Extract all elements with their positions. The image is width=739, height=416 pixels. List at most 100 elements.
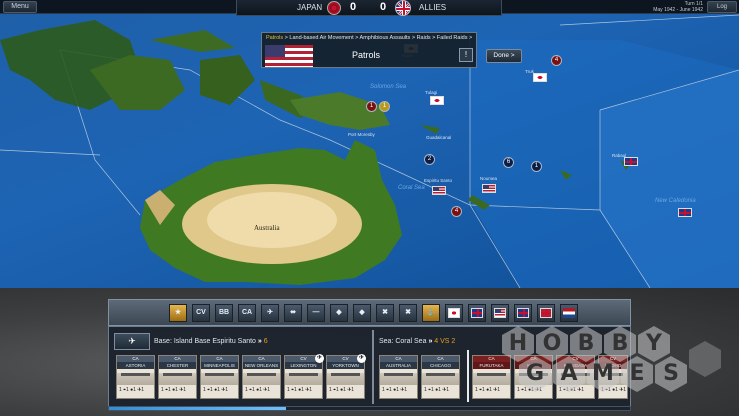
- air-mode-button[interactable]: ✈: [114, 333, 150, 350]
- location-label: Port Moresby: [348, 132, 375, 137]
- ship-stats: 1 ⌖1 ●1 ✈1: [245, 387, 271, 393]
- us-flag-icon: [494, 308, 506, 318]
- watermark-letter: G: [519, 356, 551, 392]
- sea-heading: Sea: Coral Sea » 4 VS 2: [379, 335, 455, 349]
- ship-stats: 1 ⌖1 ●1 ✈1: [161, 387, 187, 393]
- location-label: Guadalcanal: [426, 135, 452, 140]
- ship-stats: 1 ⌖1 ●1 ✈1: [382, 387, 408, 393]
- japan-flag-icon: [448, 308, 460, 318]
- phase-upcoming: > Land-based Air Movement > Amphibious A…: [283, 35, 473, 41]
- anchor-filter-button[interactable]: ⚓: [422, 304, 440, 322]
- uk-flag-icon: [678, 208, 692, 217]
- watermark-letter: B: [570, 326, 602, 362]
- ship-card[interactable]: CA NEW ORLEANS 1 ⌖1 ●1 ✈1: [242, 355, 281, 399]
- unit-marker[interactable]: 6: [503, 157, 514, 168]
- base-unit-count: 6: [263, 338, 268, 345]
- watermark-letter: H: [502, 326, 534, 362]
- info-button[interactable]: !: [459, 48, 473, 62]
- phase-panel: Patrols > Land-based Air Movement > Amph…: [261, 32, 477, 68]
- ship-name: CHESTER: [159, 362, 196, 369]
- ship-card[interactable]: CA CHESTER 1 ⌖1 ●1 ✈1: [158, 355, 197, 399]
- ship-card[interactable]: CA ASTORIA 1 ⌖1 ●1 ✈1: [116, 355, 155, 399]
- allies-emblem-icon: [395, 0, 411, 16]
- movement-filter-button[interactable]: ⬌: [284, 304, 302, 322]
- menu-button[interactable]: Menu: [3, 1, 37, 13]
- ship-card[interactable]: CA MINNEAPOLIS 1 ⌖1 ●1 ✈1: [200, 355, 239, 399]
- carrier-filter-button[interactable]: CV: [192, 304, 210, 322]
- side-separator: [467, 350, 469, 402]
- favorite-filter-button[interactable]: ★: [169, 304, 187, 322]
- unit-marker[interactable]: 1: [379, 101, 390, 112]
- side-a-label: JAPAN: [297, 3, 323, 12]
- red-ensign-flag-icon: [540, 308, 552, 318]
- unit-marker[interactable]: 1: [531, 161, 542, 172]
- us-flag-icon: [482, 184, 496, 193]
- sea-label: New Caledonia: [655, 198, 696, 204]
- netherlands-flag-icon: [563, 308, 575, 318]
- uk-filter-button[interactable]: [468, 304, 486, 322]
- combat-filter-button[interactable]: ✖: [376, 304, 394, 322]
- ship-silhouette-icon: [117, 373, 154, 385]
- watermark-letter: S: [655, 356, 687, 392]
- sea-name: Sea: Coral Sea: [379, 338, 427, 345]
- japan-filter-button[interactable]: [445, 304, 463, 322]
- side-b-label: ALLIES: [419, 3, 447, 12]
- ship-name: NEW ORLEANS: [243, 362, 280, 369]
- cruiser-filter-button[interactable]: CA: [238, 304, 256, 322]
- unit-marker[interactable]: 4: [451, 206, 462, 217]
- us-flag-icon: [265, 45, 313, 67]
- watermark-letter: A: [553, 356, 585, 392]
- ship-name: AUSTRALIA: [380, 362, 417, 369]
- ship-stats: 1 ⌖1 ●1 ✈1: [287, 387, 313, 393]
- ship-silhouette-icon: [285, 373, 322, 385]
- watermark-letter: M: [587, 356, 619, 392]
- australia-flag-icon: [517, 308, 529, 318]
- ship-name: LEXINGTON: [285, 362, 322, 369]
- watermark-letter: B: [604, 326, 636, 362]
- expand-chevron-icon[interactable]: »: [258, 338, 262, 345]
- ship-stats: 1 ⌖1 ●1 ✈1: [203, 387, 229, 393]
- phase-breadcrumb: Patrols > Land-based Air Movement > Amph…: [266, 35, 472, 41]
- battleship-filter-button[interactable]: BB: [215, 304, 233, 322]
- us-filter-button[interactable]: [491, 304, 509, 322]
- unit-filter-button[interactable]: ◆: [353, 304, 371, 322]
- line-filter-button[interactable]: —: [307, 304, 325, 322]
- ship-name: YORKTOWN: [327, 362, 364, 369]
- japan-flag-icon: [430, 96, 444, 105]
- watermark-letter: O: [536, 326, 568, 362]
- ship-silhouette-icon: [201, 373, 238, 385]
- phase-current: Patrols: [266, 35, 284, 41]
- ship-stats: 1 ⌖1 ●1 ✈1: [329, 387, 355, 393]
- sea-label: Coral Sea: [398, 185, 425, 191]
- turn-dates: May 1942 - June 1942: [653, 7, 703, 13]
- expand-chevron-icon[interactable]: »: [428, 338, 432, 345]
- unit-filter-button[interactable]: ◆: [330, 304, 348, 322]
- japan-emblem-icon: [327, 1, 341, 15]
- ship-name: ASTORIA: [117, 362, 154, 369]
- nz-filter-button[interactable]: [537, 304, 555, 322]
- australia-filter-button[interactable]: [514, 304, 532, 322]
- ship-name: MINNEAPOLIS: [201, 362, 238, 369]
- nl-filter-button[interactable]: [560, 304, 578, 322]
- ship-stats: 1 ⌖1 ●1 ✈1: [424, 387, 450, 393]
- ship-silhouette-icon: [327, 373, 364, 385]
- log-button[interactable]: Log: [707, 1, 737, 13]
- unit-marker[interactable]: 2: [424, 154, 435, 165]
- filter-toolbar: ★ CV BB CA ✈ ⬌ — ◆ ◆ ✖ ✖ ⚓: [108, 299, 631, 326]
- uk-flag-icon: [471, 308, 483, 318]
- done-button[interactable]: Done >: [486, 49, 522, 63]
- location-label: Espiritu Santo: [424, 178, 453, 183]
- ship-name: CHICAGO: [422, 362, 459, 369]
- aircraft-filter-button[interactable]: ✈: [261, 304, 279, 322]
- ship-card[interactable]: CA CHICAGO 1 ⌖1 ●1 ✈1: [421, 355, 460, 399]
- sea-force-ratio: 4 VS 2: [434, 338, 456, 345]
- unit-marker[interactable]: 4: [551, 55, 562, 66]
- watermark-hex: [689, 341, 721, 377]
- turn-info: Turn 1/1 May 1942 - June 1942: [648, 1, 703, 13]
- ship-card[interactable]: CA AUSTRALIA 1 ⌖1 ●1 ✈1: [379, 355, 418, 399]
- combat-filter-button[interactable]: ✖: [399, 304, 417, 322]
- score-a: 0: [350, 1, 357, 13]
- base-heading: Base: Island Base Espiritu Santo » 6: [154, 335, 268, 349]
- unit-marker[interactable]: 1: [366, 101, 377, 112]
- game-screen: Australia Port Moresby Guadalcanal Noume…: [0, 0, 739, 416]
